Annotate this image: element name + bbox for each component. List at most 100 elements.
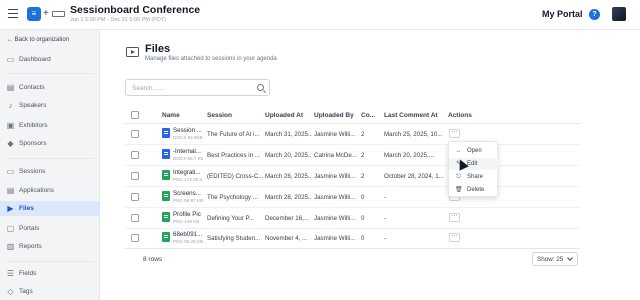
menu-item-label: Open xyxy=(467,148,482,154)
sidebar-item-files[interactable]: ▶ Files xyxy=(0,201,100,216)
sidebar-item-dashboard[interactable]: ▭ Dashboard xyxy=(0,52,100,67)
search-icon[interactable] xyxy=(257,84,264,91)
last-comment-cell: March 20, 2025,... xyxy=(384,152,434,159)
last-comment-cell: March 25, 2025, 10... xyxy=(384,131,443,138)
uploaded-at-cell: March 31, 2025... xyxy=(265,131,312,138)
sidebar-item-reports[interactable]: ▥ Reports xyxy=(0,239,100,254)
avatar[interactable] xyxy=(612,7,626,21)
file-name[interactable]: -Internal... xyxy=(173,148,203,155)
row-count: 8 rows xyxy=(143,256,163,263)
column-header-uploaded-by[interactable]: Uploaded By xyxy=(314,112,354,119)
page-title: Files xyxy=(145,43,171,55)
table-row[interactable]: -Internal... DOCX 55.7 KB Best Practices… xyxy=(125,145,580,166)
sidebar-item-label: Sessions xyxy=(19,168,46,175)
uploaded-at-cell: December 16,... xyxy=(265,215,310,222)
sidebar-item-portals[interactable]: ▢ Portals xyxy=(0,221,100,236)
dashboard-icon: ▭ xyxy=(6,55,15,64)
file-name[interactable]: Profile Pic xyxy=(173,211,203,218)
row-actions-menu: ↔ Open ✎ Edit ⎋ Share 🗑 Delete xyxy=(448,141,499,197)
back-to-organization-link[interactable]: ← Back to organization xyxy=(7,37,69,43)
my-portal-link[interactable]: My Portal xyxy=(542,9,583,19)
file-name[interactable]: Session ... xyxy=(173,127,203,134)
footer-divider xyxy=(125,248,580,249)
sidebar-item-fields[interactable]: ☰ Fields xyxy=(0,266,100,281)
files-icon: ▶ xyxy=(7,204,14,213)
table-row[interactable]: 68eb091... PNG 95.25 KB Satisfying Stude… xyxy=(125,229,580,248)
uploaded-by-cell: Jasmine Willi... xyxy=(314,173,356,180)
docx-file-icon xyxy=(162,128,170,138)
event-dates: Jan 1 5:00 PM - Dec 31 5:00 PM (PDT) xyxy=(70,17,166,23)
png-file-icon xyxy=(162,170,170,180)
row-checkbox[interactable] xyxy=(131,214,139,222)
chevron-down-icon xyxy=(567,255,573,261)
reports-icon: ▥ xyxy=(6,242,15,251)
last-comment-cell: - xyxy=(384,235,387,242)
row-checkbox[interactable] xyxy=(131,130,139,138)
table-row[interactable]: Screens... PNG 56.87 KB The Psychology .… xyxy=(125,187,580,208)
search-input[interactable] xyxy=(132,83,252,93)
sidebar-item-label: Tags xyxy=(19,288,33,295)
share-icon: ⎋ xyxy=(456,174,461,180)
tag-icon: ◇ xyxy=(7,287,14,296)
comments-cell: 0 xyxy=(361,215,365,222)
comments-cell: 2 xyxy=(361,173,365,180)
row-checkbox[interactable] xyxy=(131,193,139,201)
column-header-last-comment-at[interactable]: Last Comment At xyxy=(384,112,438,119)
fields-icon: ☰ xyxy=(6,269,15,278)
help-icon[interactable]: ? xyxy=(589,9,600,20)
row-actions-button[interactable]: ··· xyxy=(449,129,460,138)
file-name[interactable]: Integrati... xyxy=(173,169,203,176)
divider xyxy=(6,261,94,262)
sidebar-item-exhibitors[interactable]: ▣ Exhibitors xyxy=(0,118,100,133)
uploaded-at-cell: March 28, 2025... xyxy=(265,173,312,180)
sponsors-icon: ◆ xyxy=(7,139,14,148)
session-cell: Best Practices in ... xyxy=(207,152,260,159)
row-checkbox[interactable] xyxy=(131,151,139,159)
sidebar-item-applications[interactable]: ▤ Applications xyxy=(0,183,100,198)
session-cell: (EDITED) Cross-C... xyxy=(207,173,263,180)
search-box[interactable] xyxy=(125,79,270,96)
column-header-session[interactable]: Session xyxy=(207,112,232,119)
menu-item-label: Share xyxy=(467,174,484,180)
column-header-name[interactable]: Name xyxy=(162,112,180,119)
page-size-select[interactable]: Show: 25 xyxy=(532,252,578,266)
table-row[interactable]: Session ... DOCX 92.8KB The Future of AI… xyxy=(125,124,580,145)
sidebar-item-contacts[interactable]: ▤ Contacts xyxy=(0,80,100,95)
menu-icon[interactable] xyxy=(8,9,18,18)
uploaded-by-cell: Jasmine Willi... xyxy=(314,131,356,138)
column-header-uploaded-at[interactable]: Uploaded At xyxy=(265,112,303,119)
uploaded-at-cell: March 20, 2025... xyxy=(265,152,312,159)
last-comment-cell: - xyxy=(384,215,387,222)
session-cell: The Future of AI i... xyxy=(207,131,260,138)
sidebar-item-tags[interactable]: ◇ Tags xyxy=(0,284,100,299)
table-row[interactable]: Profile Pic PNG 149 KB Defining Your P..… xyxy=(125,208,580,229)
event-title[interactable]: Sessionboard Conference xyxy=(70,4,200,16)
comments-cell: 0 xyxy=(361,194,365,201)
top-bar: ≡ + Sessionboard Conference Jan 1 5:00 P… xyxy=(0,0,640,30)
table-row[interactable]: Integrati... PNG 172.29 KB (EDITED) Cros… xyxy=(125,166,580,187)
menu-item-open[interactable]: ↔ Open xyxy=(449,145,499,157)
comments-cell: 2 xyxy=(361,152,365,159)
sessions-icon: ▭ xyxy=(6,167,15,176)
menu-item-delete[interactable]: 🗑 Delete xyxy=(449,184,499,196)
uploaded-at-cell: March 28, 2025... xyxy=(265,194,312,201)
select-all-checkbox[interactable] xyxy=(131,111,139,119)
sidebar-item-sessions[interactable]: ▭ Sessions xyxy=(0,164,100,179)
last-comment-cell: - xyxy=(384,194,387,201)
sidebar-item-sponsors[interactable]: ◆ Sponsors xyxy=(0,136,100,151)
sidebar-item-label: Sponsors xyxy=(19,140,47,147)
menu-item-share[interactable]: ⎋ Share xyxy=(449,171,499,183)
sidebar-item-speakers[interactable]: ♪ Speakers xyxy=(0,98,100,113)
sidebar-item-label: Dashboard xyxy=(19,56,51,63)
column-header-comments[interactable]: Co... xyxy=(361,112,375,119)
row-checkbox[interactable] xyxy=(131,172,139,180)
row-checkbox[interactable] xyxy=(131,234,139,242)
sidebar-item-label: Reports xyxy=(19,243,42,250)
file-name[interactable]: Screens... xyxy=(173,190,203,197)
divider xyxy=(6,158,94,159)
sidebar-item-label: Exhibitors xyxy=(19,122,48,129)
row-actions-button[interactable]: ··· xyxy=(449,233,460,242)
file-name[interactable]: 68eb091... xyxy=(173,231,203,238)
session-cell: The Psychology ... xyxy=(207,194,258,201)
row-actions-button[interactable]: ··· xyxy=(449,213,460,222)
